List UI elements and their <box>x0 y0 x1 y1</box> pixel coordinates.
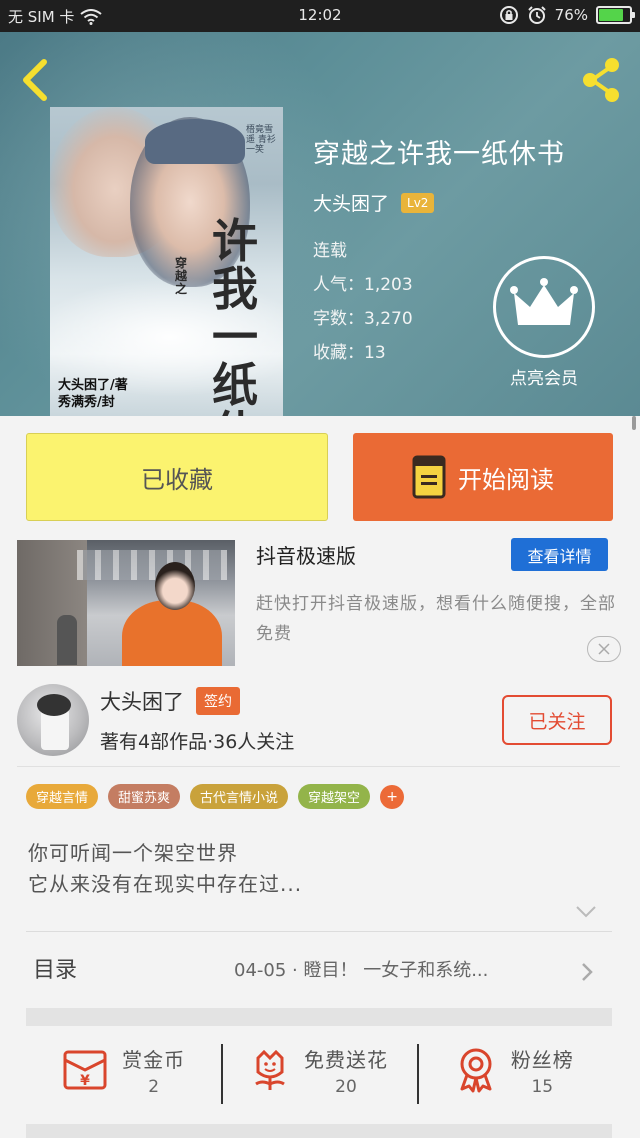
crown-icon <box>510 278 578 325</box>
battery-icon <box>596 6 635 24</box>
flower-icon <box>255 1049 285 1090</box>
latest-chapter[interactable]: 04-05 · 瞪目！ 一女子和系统... <box>234 956 564 982</box>
reward-label: 赏金币 <box>122 1047 186 1072</box>
ad-close-button[interactable] <box>587 636 621 662</box>
tag-list: 穿越言情 甜蜜苏爽 古代言情小说 穿越架空 + <box>26 784 405 809</box>
section-separator <box>26 1124 612 1138</box>
cover-title: 许我一纸休书 <box>212 214 258 416</box>
favorites-count: 收藏：13 <box>313 343 386 363</box>
scrollbar[interactable] <box>632 416 636 430</box>
cover-credit-cover: 秀满秀/封 <box>58 395 115 410</box>
battery-percent: 76% <box>554 6 588 24</box>
close-icon <box>598 643 610 655</box>
collected-button[interactable]: 已收藏 <box>26 433 328 521</box>
intro-line: 它从来没有在现实中存在过... <box>28 872 303 896</box>
tag-chip[interactable]: 甜蜜苏爽 <box>108 784 181 809</box>
popularity: 人气：1,203 <box>313 275 413 295</box>
section-separator <box>26 1008 612 1026</box>
tag-chip[interactable]: 穿越架空 <box>298 784 371 809</box>
vip-label: 点亮会员 <box>510 369 578 389</box>
follow-button[interactable]: 已关注 <box>502 695 612 745</box>
tag-chip[interactable]: 穿越言情 <box>26 784 99 809</box>
reward-value: 15 <box>531 1076 554 1097</box>
back-icon[interactable] <box>16 56 56 104</box>
reward-fans[interactable]: 粉丝榜 15 <box>416 1030 612 1110</box>
serial-status: 连载 <box>313 241 347 261</box>
divider <box>26 931 612 932</box>
book-intro[interactable]: 你可听闻一个架空世界 它从来没有在现实中存在过... <box>28 838 302 900</box>
book-author[interactable]: 大头困了 <box>313 189 389 216</box>
author-level-badge: Lv2 <box>401 192 435 213</box>
ad-image[interactable] <box>17 540 235 666</box>
ad-description[interactable]: 赶快打开抖音极速版，想看什么随便搜，全部免费 <box>256 589 616 649</box>
book-icon <box>412 455 446 499</box>
reward-label: 粉丝榜 <box>510 1047 574 1072</box>
toc-label[interactable]: 目录 <box>33 952 77 984</box>
reward-bar: ¥ 赏金币 2 免费送花 20 粉丝榜 15 <box>26 1030 612 1110</box>
reward-value: 2 <box>148 1076 160 1097</box>
reward-label: 免费送花 <box>303 1047 388 1072</box>
author-stats: 著有4部作品·36人关注 <box>100 731 295 753</box>
intro-line: 你可听闻一个架空世界 <box>28 841 238 865</box>
more-tags-button[interactable]: + <box>380 784 405 809</box>
signed-badge: 签约 <box>196 687 240 715</box>
svg-text:¥: ¥ <box>80 1073 90 1089</box>
red-envelope-icon: ¥ <box>63 1050 107 1090</box>
author-avatar[interactable] <box>17 684 89 756</box>
divider <box>17 766 620 767</box>
status-bar: 无 SIM 卡 12:02 76% <box>0 0 640 32</box>
ad-detail-button[interactable]: 查看详情 <box>511 538 608 571</box>
reward-coins[interactable]: ¥ 赏金币 2 <box>26 1030 221 1110</box>
start-reading-label: 开始阅读 <box>458 465 554 494</box>
reward-flowers[interactable]: 免费送花 20 <box>221 1030 416 1110</box>
medal-icon <box>460 1048 492 1093</box>
lock-rotation-icon <box>499 6 518 24</box>
start-reading-button[interactable]: 开始阅读 <box>353 433 613 521</box>
book-cover[interactable]: 梧竟雪遥 青衫一笑 穿越之 许我一纸休书 大头困了/著 秀满秀/封 <box>50 107 283 416</box>
book-header: 梧竟雪遥 青衫一笑 穿越之 许我一纸休书 大头困了/著 秀满秀/封 穿越之许我一… <box>0 32 640 416</box>
book-title: 穿越之许我一纸休书 <box>313 139 565 170</box>
book-meta: 连载 人气：1,203 字数：3,270 收藏：13 <box>313 234 413 370</box>
vip-button[interactable]: 点亮会员 <box>493 256 595 389</box>
alarm-icon <box>527 6 546 24</box>
author-name[interactable]: 大头困了 <box>100 686 184 716</box>
word-count: 字数：3,270 <box>313 309 413 329</box>
cover-credit-author: 大头困了/著 <box>58 378 128 393</box>
ad-title[interactable]: 抖音极速版 <box>256 540 356 569</box>
reward-value: 20 <box>335 1076 357 1097</box>
share-icon[interactable] <box>578 54 626 106</box>
chevron-right-icon[interactable] <box>580 962 594 982</box>
chevron-down-icon[interactable] <box>575 905 597 919</box>
cover-poem: 梧竟雪遥 青衫一笑 <box>246 125 276 155</box>
cover-prefix: 穿越之 <box>175 256 188 296</box>
tag-chip[interactable]: 古代言情小说 <box>190 784 289 809</box>
